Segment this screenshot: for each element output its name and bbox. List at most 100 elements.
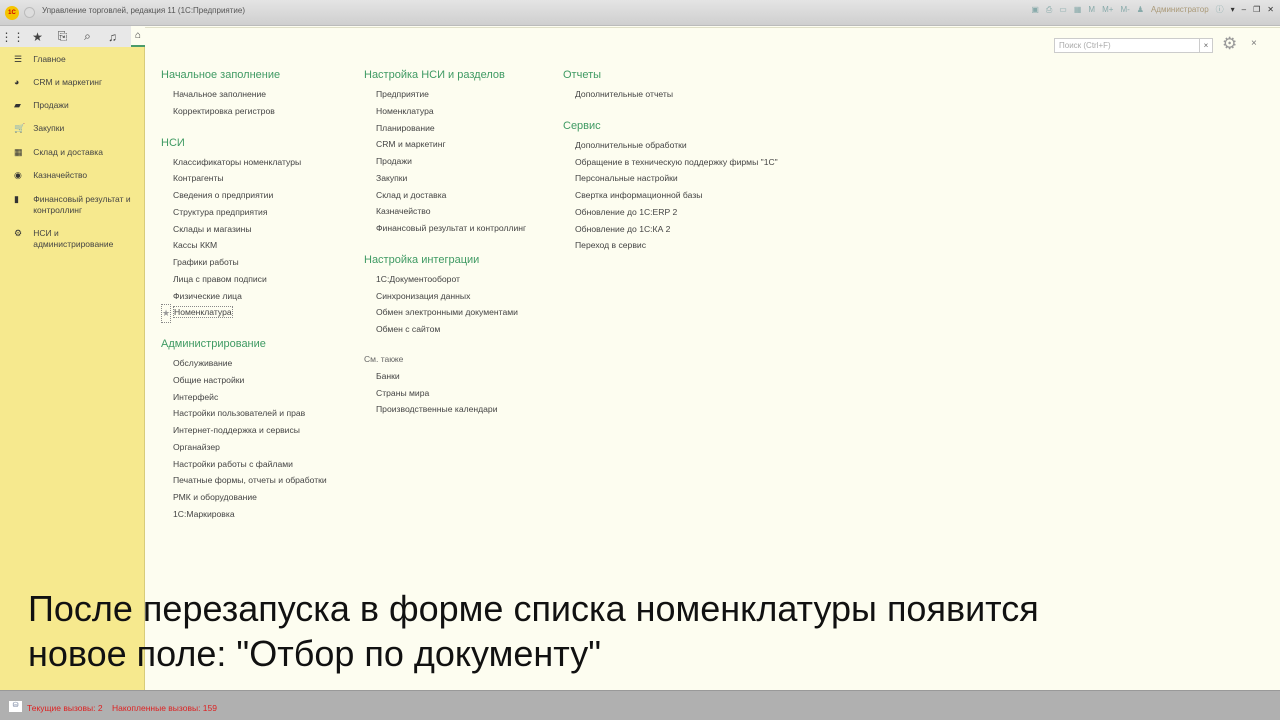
menu-link[interactable]: Обновление до 1С:ERP 2 bbox=[563, 204, 778, 221]
menu-link[interactable]: Обращение в техническую поддержку фирмы … bbox=[563, 154, 778, 171]
menu-link[interactable]: Графики работы bbox=[161, 254, 327, 271]
favorites-star-icon[interactable]: ★ bbox=[25, 30, 50, 44]
menu-section: НСИ Классификаторы номенклатуры Контрагент… bbox=[161, 132, 327, 323]
menu-link-label: Обновление до 1С:ERP 2 bbox=[575, 206, 678, 217]
menu-link-label: Начальное заполнение bbox=[173, 89, 267, 99]
menu-link[interactable]: Обслуживание bbox=[161, 355, 327, 372]
menu-link-label: Свертка информационной базы bbox=[575, 190, 703, 200]
info-icon[interactable]: ⓘ bbox=[1216, 4, 1224, 15]
menu-link[interactable]: ★ Номенклатура bbox=[161, 304, 327, 323]
menu-link-label: Лица с правом подписи bbox=[173, 273, 267, 284]
sidebar-item[interactable]: 🛒 Закупки bbox=[0, 123, 145, 134]
sidebar-item-label: Закупки bbox=[33, 123, 65, 133]
menu-link[interactable]: Структура предприятия bbox=[161, 204, 327, 221]
window-toolbar: ▣ ⎙ ▭ ▦ M M+ M- ♟ Администратор ⓘ ▾ – ❐ … bbox=[1031, 4, 1274, 15]
calendar-icon[interactable]: ▦ bbox=[1074, 5, 1082, 14]
menu-link[interactable]: Свертка информационной базы bbox=[563, 187, 778, 204]
app-logo-icon[interactable]: 1C bbox=[5, 6, 19, 20]
menu-link[interactable]: Переход в сервис bbox=[563, 237, 778, 254]
menu-link[interactable]: Корректировка регистров bbox=[161, 103, 327, 120]
menu-link[interactable]: Интерфейс bbox=[161, 389, 327, 406]
menu-link[interactable]: Физические лица bbox=[161, 288, 327, 305]
menu-link[interactable]: Общие настройки bbox=[161, 372, 327, 389]
home-tab-icon[interactable]: ⌂ bbox=[131, 26, 145, 47]
menu-link[interactable]: Продажи bbox=[364, 153, 526, 170]
history-icon[interactable]: ⎘ bbox=[50, 29, 75, 44]
menu-link[interactable]: Банки bbox=[364, 368, 526, 385]
menu-link[interactable]: Производственные календари bbox=[364, 401, 526, 418]
see-also-section: См. также Банки Страны мира Производственны… bbox=[364, 350, 526, 418]
menu-link[interactable]: Сведения о предприятии bbox=[161, 187, 327, 204]
menu-link[interactable]: Склад и доставка bbox=[364, 187, 526, 204]
close-button[interactable]: × bbox=[1251, 38, 1257, 49]
menu-link[interactable]: CRM и маркетинг bbox=[364, 136, 526, 153]
menu-link[interactable]: Предприятие bbox=[364, 86, 526, 103]
menu-link[interactable]: Печатные формы, отчеты и обработки bbox=[161, 472, 327, 489]
menu-link[interactable]: Казначейство bbox=[364, 203, 526, 220]
menu-link[interactable]: Персональные настройки bbox=[563, 170, 778, 187]
menu-link[interactable]: Закупки bbox=[364, 170, 526, 187]
menu-link[interactable]: Планирование bbox=[364, 120, 526, 137]
menu-link[interactable]: Обмен электронными документами bbox=[364, 304, 526, 321]
menu-link[interactable]: 1С:Документооборот bbox=[364, 271, 526, 288]
user-name[interactable]: Администратор bbox=[1151, 5, 1209, 14]
menu-link-label: CRM и маркетинг bbox=[376, 139, 446, 150]
current-calls: Текущие вызовы: 2 bbox=[27, 703, 103, 713]
sidebar-item[interactable]: ☰ Главное bbox=[0, 54, 145, 65]
menu-link[interactable]: Номенклатура bbox=[364, 103, 526, 120]
menu-link[interactable]: Органайзер bbox=[161, 439, 327, 456]
menu-link[interactable]: Интернет-поддержка и сервисы bbox=[161, 422, 327, 439]
memory-minus-button[interactable]: M- bbox=[1120, 5, 1129, 14]
menu-link[interactable]: Начальное заполнение bbox=[161, 86, 327, 103]
sidebar-item[interactable]: ▮ Финансовый результат и контроллинг bbox=[0, 194, 145, 216]
favorite-star-icon[interactable]: ★ bbox=[161, 304, 172, 323]
menu-link[interactable]: 1С:Маркировка bbox=[161, 506, 327, 523]
minimize-icon[interactable]: – bbox=[1242, 5, 1246, 14]
menu-icon: ☰ bbox=[14, 54, 23, 64]
apps-grid-icon[interactable]: ⋮⋮ bbox=[0, 30, 25, 44]
menu-link[interactable]: Лица с правом подписи bbox=[161, 271, 327, 288]
menu-link[interactable]: Страны мира bbox=[364, 385, 526, 402]
save-icon[interactable]: ▣ bbox=[1031, 5, 1039, 14]
menu-link[interactable]: Классификаторы номенклатуры bbox=[161, 154, 327, 171]
menu-link[interactable]: Дополнительные обработки bbox=[563, 137, 778, 154]
menu-link[interactable]: Настройки работы с файлами bbox=[161, 456, 327, 473]
menu-link-label: Обновление до 1С:КА 2 bbox=[575, 223, 671, 234]
sidebar-item-label: НСИ и администрирование bbox=[33, 228, 114, 249]
menu-circle-icon[interactable] bbox=[24, 7, 35, 18]
search-clear-button[interactable]: × bbox=[1199, 38, 1213, 53]
menu-link-label: Переход в сервис bbox=[575, 240, 646, 251]
menu-link[interactable]: РМК и оборудование bbox=[161, 489, 327, 506]
memory-button[interactable]: M bbox=[1088, 5, 1095, 14]
menu-link[interactable]: Обновление до 1С:КА 2 bbox=[563, 221, 778, 238]
menu-link[interactable]: Настройки пользователей и прав bbox=[161, 405, 327, 422]
menu-link[interactable]: Финансовый результат и контроллинг bbox=[364, 220, 526, 237]
menu-link-label: Казначейство bbox=[376, 206, 431, 217]
user-icon: ♟ bbox=[1136, 5, 1144, 14]
menu-link[interactable]: Кассы ККМ bbox=[161, 237, 327, 254]
print-icon[interactable]: ⎙ bbox=[1046, 5, 1052, 15]
server-calls-icon[interactable]: ⛁ bbox=[9, 701, 22, 712]
sidebar-item[interactable]: ◉ Казначейство bbox=[0, 170, 145, 181]
menu-link[interactable]: Контрагенты bbox=[161, 170, 327, 187]
sidebar-item[interactable]: ▰ Продажи bbox=[0, 100, 145, 111]
search-icon[interactable]: ⌕ bbox=[75, 29, 100, 44]
menu-link-label: Склады и магазины bbox=[173, 223, 252, 234]
close-window-icon[interactable]: ✕ bbox=[1267, 5, 1274, 14]
search-input[interactable]: Поиск (Ctrl+F) bbox=[1054, 38, 1204, 53]
settings-gear-icon[interactable]: ⚙ bbox=[1222, 34, 1237, 54]
restore-icon[interactable]: ❐ bbox=[1253, 5, 1260, 14]
menu-link[interactable]: Склады и магазины bbox=[161, 221, 327, 238]
sidebar-item[interactable]: ▦ Склад и доставка bbox=[0, 147, 145, 158]
menu-link-label: Графики работы bbox=[173, 257, 239, 267]
notifications-bell-icon[interactable]: ♫ bbox=[100, 30, 125, 44]
sidebar-item[interactable]: ◕ CRM и маркетинг bbox=[0, 77, 145, 88]
sidebar-item[interactable]: ⚙ НСИ и администрирование bbox=[0, 228, 145, 250]
menu-link-label: Предприятие bbox=[376, 89, 429, 99]
menu-link[interactable]: Дополнительные отчеты bbox=[563, 86, 778, 103]
memory-plus-button[interactable]: M+ bbox=[1102, 5, 1113, 14]
menu-link[interactable]: Синхронизация данных bbox=[364, 288, 526, 305]
menu-link[interactable]: Обмен с сайтом bbox=[364, 321, 526, 338]
dropdown-icon[interactable]: ▾ bbox=[1231, 5, 1235, 14]
preview-icon[interactable]: ▭ bbox=[1059, 5, 1067, 14]
